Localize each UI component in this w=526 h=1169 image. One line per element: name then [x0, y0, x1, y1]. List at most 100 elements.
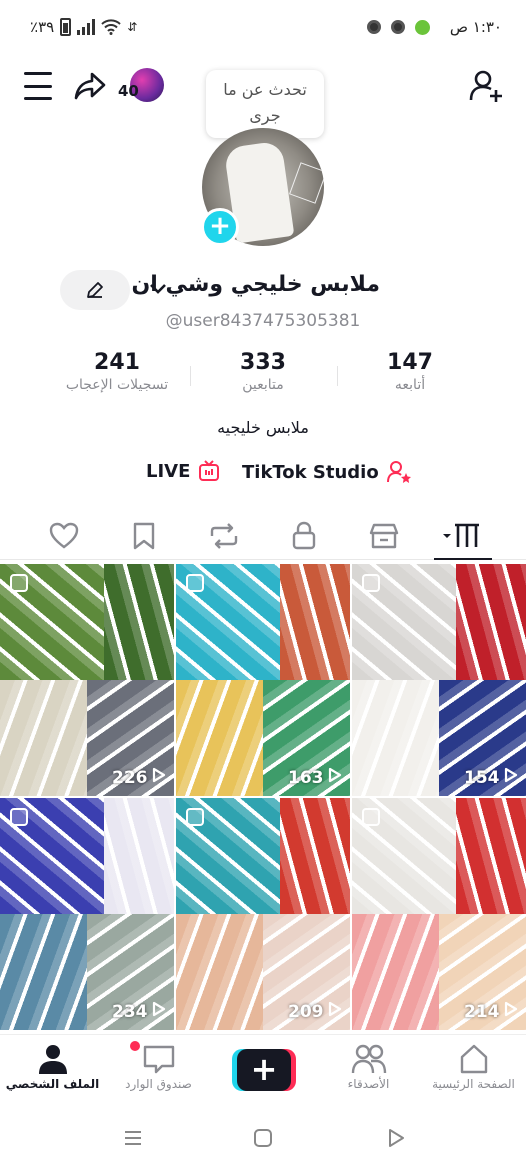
thumbnail-segment [280, 564, 350, 680]
share-icon[interactable] [72, 68, 108, 104]
edit-profile-button[interactable] [60, 270, 130, 310]
studio-label: TikTok Studio [242, 461, 379, 483]
tab-active-indicator [434, 558, 492, 560]
video-thumbnail[interactable]: 154 [352, 564, 526, 796]
thumbnail-segment [456, 564, 526, 680]
view-count: 163 [288, 767, 342, 788]
video-thumbnail[interactable]: 209 [176, 798, 350, 1030]
bio: ملابس خليجيه [217, 418, 309, 437]
play-icon [328, 1001, 342, 1022]
create-button[interactable]: + [232, 1049, 296, 1091]
recent-apps-icon[interactable] [120, 1126, 146, 1150]
name-row: ملابس خليجي وشي ان [0, 270, 526, 310]
view-count: 209 [288, 1001, 342, 1022]
add-story-plus-icon[interactable]: + [201, 208, 239, 246]
notification-app-icon [414, 19, 430, 35]
view-count-value: 154 [464, 767, 500, 788]
video-thumbnail[interactable]: 163 [176, 564, 350, 796]
nav-inbox-label: صندوق الوارد [125, 1077, 192, 1091]
plus-icon: + [237, 1049, 291, 1091]
select-checkbox[interactable] [10, 808, 28, 826]
heart-icon [49, 522, 79, 549]
tab-videos[interactable] [440, 516, 484, 556]
wifi-icon [101, 19, 121, 35]
shop-icon [369, 523, 399, 549]
nav-inbox[interactable]: صندوق الوارد [106, 1041, 211, 1091]
tab-shop[interactable] [364, 516, 404, 556]
play-icon [152, 1001, 166, 1022]
nav-profile[interactable]: الملف الشخصي [0, 1041, 105, 1091]
live-tv-icon [199, 460, 220, 481]
thumbnail-segment [104, 564, 174, 680]
thumbnail-segment [352, 680, 439, 796]
stat-likes-value: 241 [94, 350, 140, 375]
status-right: ١:٣٠ ص [366, 18, 502, 36]
view-count: 234 [112, 1001, 166, 1022]
stat-followers-value: 333 [240, 350, 286, 375]
avatar-photo-tag [289, 162, 324, 204]
stat-followers[interactable]: 333 متابعين [188, 350, 338, 393]
nav-friends[interactable]: الأصدقاء [316, 1041, 421, 1091]
inbox-notification-dot [130, 1041, 140, 1051]
tab-favorites[interactable] [124, 516, 164, 556]
video-grid: 226 163 154 234 209 214 [0, 564, 526, 1032]
stat-likes-label: تسجيلات الإعجاب [65, 377, 169, 393]
clock: ١:٣٠ ص [449, 18, 502, 36]
view-count-value: 226 [112, 767, 148, 788]
live-link[interactable]: LIVE [146, 460, 220, 482]
tab-private[interactable] [284, 516, 324, 556]
bubble-line-1: تحدث عن ما [223, 80, 307, 99]
nav-home-label: الصفحة الرئيسية [432, 1077, 515, 1091]
battery-percent: ٪٣٩ [30, 18, 55, 36]
lock-icon [292, 521, 316, 550]
add-user-icon[interactable] [466, 66, 506, 106]
play-icon [152, 767, 166, 788]
stat-likes[interactable]: 241 تسجيلات الإعجاب [42, 350, 192, 393]
bottom-nav: الصفحة الرئيسية الأصدقاء + صندوق الوارد … [0, 1034, 526, 1102]
thumbnail-segment [0, 914, 87, 1030]
thumbnail-segment [456, 798, 526, 914]
video-thumbnail[interactable]: 214 [352, 798, 526, 1030]
status-left: ٪٣٩ ⇵ [30, 18, 137, 36]
back-system-icon[interactable] [383, 1126, 409, 1150]
display-name[interactable]: ملابس خليجي وشي ان [132, 272, 380, 297]
live-label: LIVE [146, 460, 191, 482]
select-checkbox[interactable] [10, 574, 28, 592]
signal-icon [77, 19, 96, 35]
stat-followers-label: متابعين [242, 377, 284, 393]
studio-user-star-icon [386, 461, 411, 483]
view-count-value: 234 [112, 1001, 148, 1022]
profile-tabs [0, 512, 526, 560]
stat-following-value: 147 [387, 350, 433, 375]
stat-following-label: أتابعه [394, 377, 426, 393]
username: @user8437475305381 [165, 311, 361, 331]
repost-icon [210, 523, 238, 549]
friends-count: 40 [118, 82, 139, 100]
video-thumbnail[interactable]: 226 [0, 564, 174, 796]
stat-following[interactable]: 147 أتابعه [335, 350, 485, 393]
bubble-line-2: جرى [249, 106, 281, 125]
tab-reposts[interactable] [204, 516, 244, 556]
view-count: 226 [112, 767, 166, 788]
view-count-value: 163 [288, 767, 324, 788]
thumbnail-segment [176, 914, 263, 1030]
friends-icon [351, 1044, 386, 1074]
select-checkbox[interactable] [186, 808, 204, 826]
select-checkbox[interactable] [362, 808, 380, 826]
menu-icon[interactable] [22, 72, 54, 100]
tab-liked[interactable] [44, 516, 84, 556]
nav-home[interactable]: الصفحة الرئيسية [421, 1041, 526, 1091]
home-system-icon[interactable] [250, 1126, 276, 1150]
notification-ball-icon [366, 20, 381, 34]
view-count-value: 214 [464, 1001, 500, 1022]
play-icon [328, 767, 342, 788]
select-checkbox[interactable] [362, 574, 380, 592]
inbox-icon [143, 1045, 174, 1074]
pencil-icon [87, 282, 103, 298]
video-thumbnail[interactable]: 234 [0, 798, 174, 1030]
profile-icon [38, 1045, 67, 1074]
battery-icon [60, 18, 72, 36]
studio-link[interactable]: TikTok Studio [242, 460, 413, 484]
select-checkbox[interactable] [186, 574, 204, 592]
play-icon [504, 767, 518, 788]
